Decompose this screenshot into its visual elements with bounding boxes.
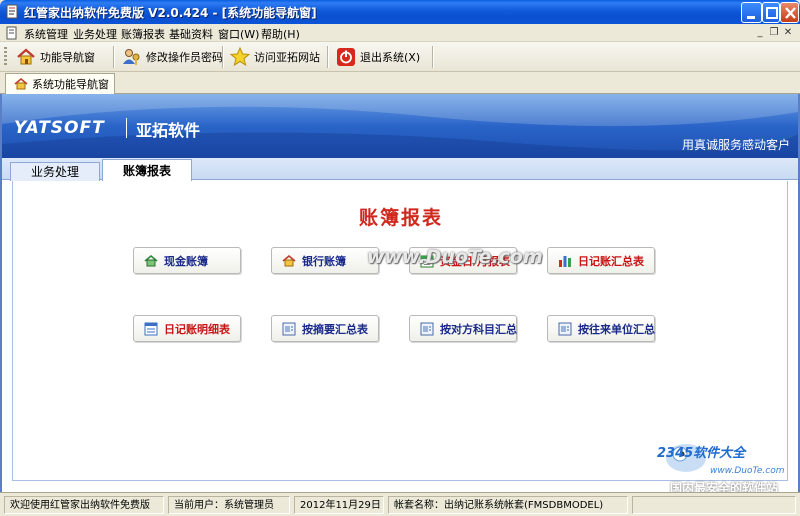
app-icon bbox=[6, 4, 18, 19]
minimize-button[interactable] bbox=[741, 2, 762, 23]
home-icon bbox=[14, 77, 28, 90]
journal-summary-button[interactable]: 日记账汇总表 bbox=[547, 247, 655, 274]
function-tabs: 业务处理 账簿报表 bbox=[2, 158, 798, 181]
menu-basic-data[interactable]: 基础资料 bbox=[169, 26, 213, 42]
toolbar: 功能导航窗 修改操作员密码 访问亚拓网站 退出系统(X) bbox=[0, 42, 800, 72]
software-site-url: www.DuoTe.com bbox=[710, 466, 785, 476]
main-client-area: YATSOFT 亚拓软件 用真诚服务感动客户 业务处理 账簿报表 账簿报表 现金… bbox=[0, 94, 800, 495]
tab-reports[interactable]: 账簿报表 bbox=[102, 159, 192, 181]
menu-help[interactable]: 帮助(H) bbox=[261, 26, 300, 42]
cash-ledger-button[interactable]: 现金账簿 bbox=[133, 247, 241, 274]
status-account-set: 帐套名称：出纳记账系统帐套(FMSDBMODEL) bbox=[388, 496, 628, 514]
menu-system[interactable]: 系统管理 bbox=[24, 26, 68, 42]
tab-business[interactable]: 业务处理 bbox=[10, 162, 100, 181]
journal-detail-button[interactable]: 日记账明细表 bbox=[133, 315, 241, 342]
report-icon bbox=[282, 322, 296, 335]
mdi-restore-icon[interactable]: ❐ bbox=[768, 27, 780, 39]
maximize-button[interactable] bbox=[762, 2, 780, 23]
toolbar-grip[interactable] bbox=[4, 47, 7, 67]
power-icon bbox=[337, 48, 355, 66]
summary-by-counter-account-button[interactable]: 按对方科目汇总 bbox=[409, 315, 517, 342]
logo-separator bbox=[126, 118, 127, 138]
bank-ledger-button[interactable]: 银行账簿 bbox=[271, 247, 379, 274]
exit-system-button[interactable]: 退出系统(X) bbox=[336, 45, 420, 69]
banner-wave-decoration bbox=[2, 94, 798, 158]
menu-bar: 系统管理 业务处理 账簿报表 基础资料 窗口(W) 帮助(H) _ ❐ ✕ bbox=[0, 24, 800, 42]
summary-by-partner-button[interactable]: 按往来单位汇总 bbox=[547, 315, 655, 342]
close-button[interactable] bbox=[780, 2, 799, 23]
company-slogan: 用真诚服务感动客户 bbox=[681, 138, 790, 152]
window-title: 红管家出纳软件免费版 V2.0.424 - [系统功能导航窗] bbox=[24, 6, 317, 20]
menu-reports[interactable]: 账簿报表 bbox=[121, 26, 165, 42]
mdi-close-icon[interactable]: ✕ bbox=[782, 27, 794, 39]
duote-watermark: www.DuoTe.com bbox=[367, 246, 543, 268]
menu-window[interactable]: 窗口(W) bbox=[218, 26, 259, 42]
status-extra bbox=[632, 496, 796, 514]
status-bar: 欢迎使用红管家出纳软件免费版 当前用户：系统管理员 2012年11月29日 帐套… bbox=[0, 492, 800, 516]
report-icon bbox=[420, 322, 434, 335]
title-bar: 红管家出纳软件免费版 V2.0.424 - [系统功能导航窗] bbox=[0, 0, 800, 24]
company-brand-name: 亚拓软件 bbox=[136, 121, 201, 140]
bar-chart-icon bbox=[559, 255, 571, 267]
home-icon bbox=[17, 48, 35, 65]
document-icon bbox=[6, 26, 17, 40]
house-icon bbox=[144, 254, 158, 266]
maximize-icon bbox=[766, 7, 778, 19]
visit-website-button[interactable]: 访问亚拓网站 bbox=[230, 45, 320, 69]
mdi-minimize-icon[interactable]: _ bbox=[754, 27, 766, 39]
close-icon bbox=[785, 7, 796, 19]
list-icon bbox=[144, 322, 158, 335]
window-tab-strip: 系统功能导航窗 bbox=[0, 72, 800, 94]
section-title: 账簿报表 bbox=[358, 207, 443, 229]
window-tab-nav[interactable]: 系统功能导航窗 bbox=[5, 73, 115, 94]
software-site-logo: 2345软件大全 bbox=[657, 446, 746, 461]
users-key-icon bbox=[123, 49, 140, 65]
summary-by-abstract-button[interactable]: 按摘要汇总表 bbox=[271, 315, 379, 342]
minimize-icon bbox=[747, 16, 755, 19]
menu-business[interactable]: 业务处理 bbox=[73, 26, 117, 42]
change-password-button[interactable]: 修改操作员密码 bbox=[122, 45, 223, 69]
status-current-user: 当前用户：系统管理员 bbox=[168, 496, 290, 514]
report-icon bbox=[558, 322, 572, 335]
bank-icon bbox=[282, 254, 296, 266]
company-logo: YATSOFT bbox=[14, 118, 105, 138]
star-icon bbox=[230, 47, 250, 67]
status-welcome: 欢迎使用红管家出纳软件免费版 bbox=[4, 496, 164, 514]
nav-window-button[interactable]: 功能导航窗 bbox=[16, 45, 95, 69]
company-banner: YATSOFT 亚拓软件 用真诚服务感动客户 bbox=[2, 94, 798, 158]
status-date: 2012年11月29日 bbox=[294, 496, 384, 514]
